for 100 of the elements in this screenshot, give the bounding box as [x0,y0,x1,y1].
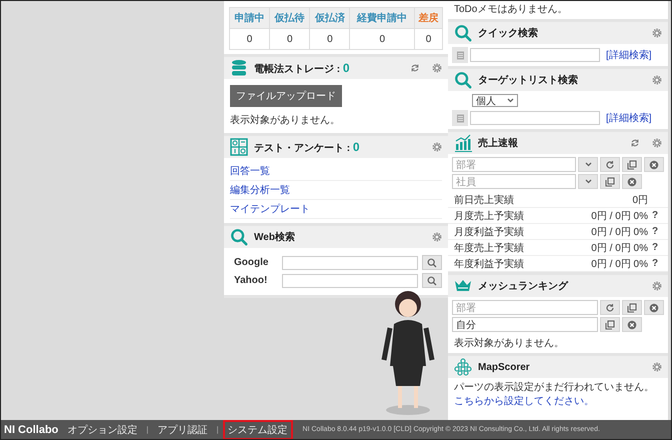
help-icon[interactable]: ? [652,210,658,221]
search-icon [230,228,248,246]
reset-icon [605,302,615,312]
column-header: 差戻 [414,8,442,28]
help-icon[interactable]: ? [652,258,658,269]
caret-icon [507,98,514,103]
empty-message: 表示対象がありません。 [454,338,564,349]
caret-icon [584,162,592,167]
database-icon [230,59,248,77]
survey-link[interactable]: 回答一覧 [230,162,442,181]
column-header: 仮払済 [310,8,350,28]
panel-title: ターゲットリスト検索 [478,74,579,87]
survey-link[interactable]: 編集分析一覧 [230,181,442,200]
panel-title: 売上速報 [478,136,519,150]
metric-value: 0円 / 0円 0% [591,210,648,222]
metric-value: 0円 / 0円 0% [591,242,648,254]
settings-icon[interactable] [652,281,662,291]
setup-link[interactable]: こちらから設定してください。 [454,394,662,408]
engine-label: Google [233,257,270,268]
address-book-icon [456,114,464,122]
panel-title: 電帳法ストレージ : 0 [254,60,351,76]
footer-link[interactable]: システム設定 [224,422,291,438]
panel-title: MapScorer [478,362,531,372]
panel-title: メッシュランキング [478,280,570,293]
copy-button[interactable] [600,317,620,332]
settings-icon[interactable] [652,138,662,148]
scope-select[interactable]: 個人 [472,94,518,107]
copy-button[interactable] [622,300,642,315]
advanced-search-link[interactable]: [詳細検索] [606,111,652,125]
refresh-icon[interactable] [410,63,420,73]
table-cell: 0 [230,28,270,50]
staff-field[interactable]: 自分 [452,317,598,332]
setup-message: パーツの表示設定がまだ行われていません。 [454,380,655,394]
dropdown-button[interactable] [578,174,598,189]
metric-label: 年度利益予実績 [454,258,525,270]
copy-button[interactable] [600,174,620,189]
settings-icon[interactable] [432,232,442,242]
refresh-icon[interactable] [630,138,640,148]
search-field[interactable] [470,48,600,62]
clear-icon [649,160,659,170]
separator: | [146,425,148,434]
search-field[interactable] [470,111,600,125]
todo-message: ToDoメモはありません。 [448,1,668,19]
clear-icon [649,302,659,312]
upload-button[interactable]: ファイルアップロード [230,85,342,107]
reset-button[interactable] [600,157,620,172]
app-logo: NI Collabo [4,424,58,436]
engine-label: Yahoo! [233,275,268,286]
quiz-grid-icon [230,138,248,156]
table-cell: 0 [414,28,442,50]
clear-button[interactable] [622,174,642,189]
copy-icon [627,302,637,312]
panel-title: クイック検索 [478,26,539,40]
panel-title: テスト・アンケート : 0 [254,140,361,154]
help-icon[interactable]: ? [652,242,658,253]
table-cell: 0 [350,28,414,50]
footer-link[interactable]: アプリ認証 [154,422,210,438]
caret-icon [584,179,592,184]
reset-button[interactable] [600,300,620,315]
clear-icon [627,320,637,330]
separator: | [216,425,219,434]
settings-icon[interactable] [432,142,442,152]
table-cell: 0 [270,28,310,50]
settings-icon[interactable] [652,28,662,38]
clear-button[interactable] [644,300,664,315]
search-icon [454,24,472,42]
cluster-icon [454,358,472,376]
advanced-search-link[interactable]: [詳細検索] [606,48,652,62]
search-button[interactable] [422,255,442,270]
settings-icon[interactable] [652,75,662,85]
search-field[interactable] [282,274,418,288]
settings-icon[interactable] [652,362,662,372]
dropdown-button[interactable] [578,157,598,172]
settings-icon[interactable] [432,63,442,73]
metric-value: 0円 [632,194,648,206]
reset-icon [605,160,615,170]
metric-value: 0円 / 0円 0% [591,226,648,238]
help-icon[interactable]: ? [652,226,658,237]
search-icon [427,276,437,286]
survey-link[interactable]: マイテンプレート [230,200,442,219]
bar-chart-icon [454,134,472,152]
column-header: 仮払待 [270,8,310,28]
search-icon [454,71,472,89]
search-button[interactable] [422,273,442,288]
copy-icon [605,320,615,330]
copy-icon [605,176,615,186]
clear-button[interactable] [644,157,664,172]
metric-label: 年度売上予実績 [454,242,525,254]
footer-link[interactable]: オプション設定 [64,422,140,438]
metric-label: 月度売上予実績 [454,210,525,222]
copy-button[interactable] [622,157,642,172]
metric-label: 月度利益予実績 [454,226,525,238]
metric-value: 0円 / 0円 0% [591,258,648,270]
empty-message: 表示対象がありません。 [230,114,341,128]
panel-title: Web検索 [254,230,296,244]
clear-button[interactable] [622,317,642,332]
clear-icon [627,176,637,186]
metric-label: 前日売上実績 [454,194,515,206]
column-header: 申請中 [230,8,270,28]
search-field[interactable] [282,256,418,270]
